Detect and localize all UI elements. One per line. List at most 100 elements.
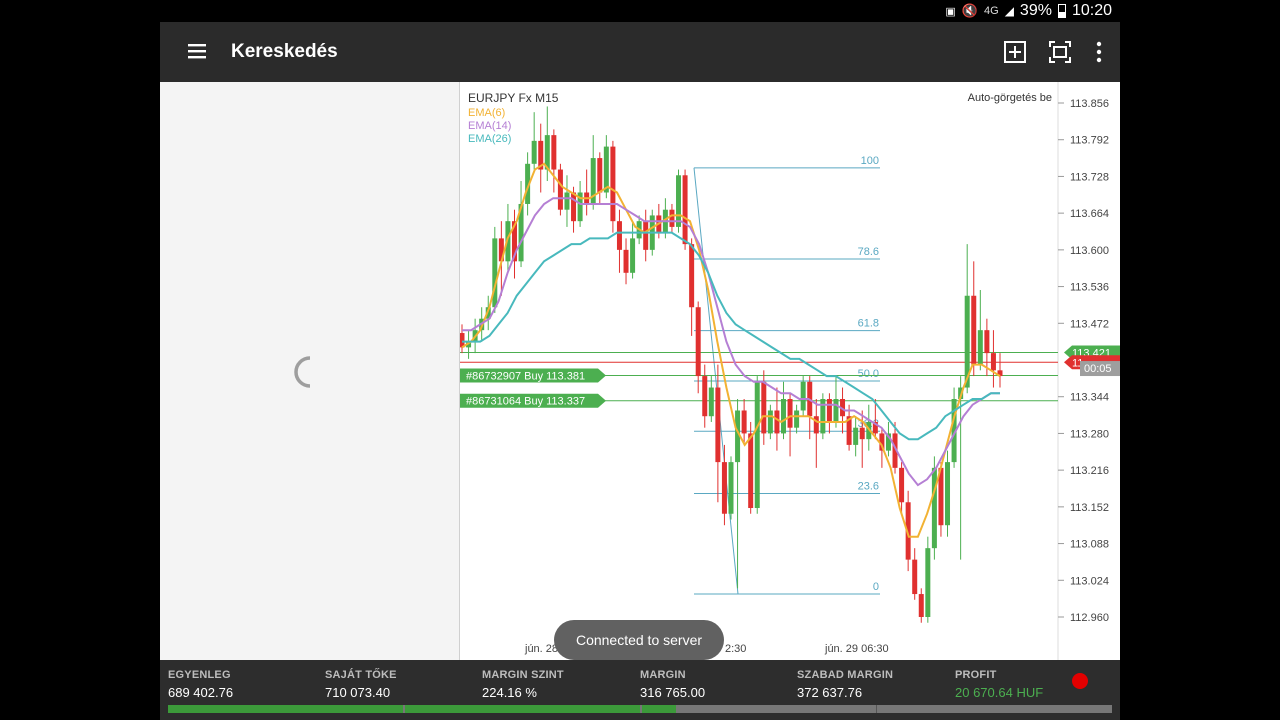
candle-body xyxy=(977,330,983,365)
legend-ema14: EMA(14) xyxy=(468,120,511,132)
price-chart[interactable]: 10078.661.850.038.223.60 #86732907 Buy 1… xyxy=(460,82,1120,660)
autoscroll-toggle[interactable]: Auto-görgetés be xyxy=(968,92,1052,104)
fib-level-label: 61.8 xyxy=(858,318,879,330)
device-screen: ▣ 🔇 4G ◢ 39% 10:20 Kereskedés 100 78.6 6… xyxy=(160,0,1120,720)
network-type: 4G xyxy=(984,5,999,17)
y-tick-label: 113.536 xyxy=(1070,282,1109,294)
connection-status-dot[interactable] xyxy=(1072,673,1088,689)
stat-label: SAJÁT TŐKE xyxy=(325,669,397,681)
candle-body xyxy=(715,387,721,463)
y-tick-label: 113.152 xyxy=(1070,502,1109,514)
candle-body xyxy=(859,427,865,440)
candle-body xyxy=(728,462,734,514)
candle-body xyxy=(853,427,859,445)
app-bar: Kereskedés xyxy=(160,22,1120,82)
candle-body xyxy=(748,433,754,509)
stat-value: 710 073.40 xyxy=(325,685,391,700)
candle-body xyxy=(610,146,616,222)
stat-label: MARGIN SZINT xyxy=(482,669,564,681)
fib-level-label: 50.0 xyxy=(858,368,879,380)
notification-icon: ▣ xyxy=(945,5,956,18)
candle-body xyxy=(708,387,714,417)
y-tick-label: 113.856 xyxy=(1070,98,1109,110)
candle-body xyxy=(826,399,832,422)
stat-value: 689 402.76 xyxy=(168,685,234,700)
candle-body xyxy=(616,221,622,250)
candle-body xyxy=(557,169,563,210)
candle-body xyxy=(918,594,924,617)
candle-body xyxy=(630,238,636,273)
x-axis-label: jún. 29 06:30 xyxy=(824,643,889,655)
signal-icon: ◢ xyxy=(1004,4,1014,18)
progress-segment xyxy=(168,705,403,713)
account-summary-bar: EGYENLEG 689 402.76 SAJÁT TŐKE 710 073.4… xyxy=(160,660,1120,720)
ema14-line xyxy=(462,197,1000,487)
candle-body xyxy=(676,175,682,227)
stat-equity: SAJÁT TŐKE 710 073.40 xyxy=(325,669,397,700)
candle-body xyxy=(721,462,727,514)
y-tick-label: 113.664 xyxy=(1070,208,1109,220)
fullscreen-icon[interactable] xyxy=(1047,39,1073,65)
chart-canvas[interactable]: 10078.661.850.038.223.60 #86732907 Buy 1… xyxy=(460,82,1120,660)
candle-body xyxy=(669,209,675,227)
y-tick-label: 113.024 xyxy=(1070,575,1109,587)
y-tick-label: 113.344 xyxy=(1070,392,1109,404)
y-tick-label: 113.728 xyxy=(1070,171,1109,183)
candle-body xyxy=(551,135,557,170)
y-tick-label: 113.088 xyxy=(1070,539,1109,551)
candle-body xyxy=(623,249,629,273)
candle-body xyxy=(984,330,990,354)
candle-body xyxy=(702,376,708,417)
stat-label: MARGIN xyxy=(640,669,686,681)
candle-body xyxy=(643,221,649,250)
candle-body xyxy=(741,410,747,434)
candle-body xyxy=(990,353,996,371)
status-bar: ▣ 🔇 4G ◢ 39% 10:20 xyxy=(160,0,1120,22)
order-tag-label[interactable]: #86732907 Buy 113.381 xyxy=(466,370,585,382)
candle-body xyxy=(689,244,695,308)
stat-profit: PROFIT 20 670.64 HUF xyxy=(955,669,1043,700)
stat-label: SZABAD MARGIN xyxy=(797,669,894,681)
margin-progress-bar xyxy=(168,705,1112,713)
stat-margin-level: MARGIN SZINT 224.16 % xyxy=(482,669,564,700)
mute-icon: 🔇 xyxy=(961,3,978,18)
more-options-icon[interactable] xyxy=(1086,39,1112,65)
y-tick-label: 113.472 xyxy=(1070,318,1109,330)
candle-body xyxy=(761,381,767,434)
candle-body xyxy=(899,467,905,503)
candle-body xyxy=(925,548,931,617)
candle-body xyxy=(603,146,609,193)
stat-balance: EGYENLEG 689 402.76 xyxy=(168,669,233,700)
candle-body xyxy=(800,381,806,411)
battery-percent: 39% xyxy=(1019,2,1052,19)
stat-value: 224.16 % xyxy=(482,685,537,700)
candle-body xyxy=(794,410,800,428)
stat-label: EGYENLEG xyxy=(168,669,231,681)
y-tick-label: 113.280 xyxy=(1070,428,1109,440)
candle-body xyxy=(754,381,760,509)
progress-segment xyxy=(642,705,676,713)
x-axis-label: 2:30 xyxy=(725,643,746,655)
candle-body xyxy=(912,559,918,595)
stat-free-margin: SZABAD MARGIN 372 637.76 xyxy=(797,669,893,700)
order-tag-label[interactable]: #86731064 Buy 113.337 xyxy=(466,396,585,408)
y-tick-label: 113.600 xyxy=(1070,245,1109,257)
y-tick-label: 112.960 xyxy=(1070,612,1109,624)
candle-body xyxy=(780,399,786,434)
y-tick-label: 113.216 xyxy=(1070,465,1109,477)
stat-value: 20 670.64 HUF xyxy=(955,685,1044,700)
hamburger-menu-icon[interactable] xyxy=(186,40,208,62)
loading-spinner-icon xyxy=(294,356,311,388)
stat-value: 372 637.76 xyxy=(797,685,863,700)
candle-body xyxy=(813,416,819,434)
candle-body xyxy=(774,410,780,434)
fib-level-label: 23.6 xyxy=(858,480,879,492)
candle-body xyxy=(564,192,570,210)
candle-body xyxy=(945,462,951,526)
candle-body xyxy=(833,399,839,422)
new-order-icon[interactable] xyxy=(1002,39,1028,65)
candle-body xyxy=(931,467,937,549)
candle-body xyxy=(531,140,537,164)
stat-margin: MARGIN 316 765.00 xyxy=(640,669,705,700)
stat-label: PROFIT xyxy=(955,669,997,681)
